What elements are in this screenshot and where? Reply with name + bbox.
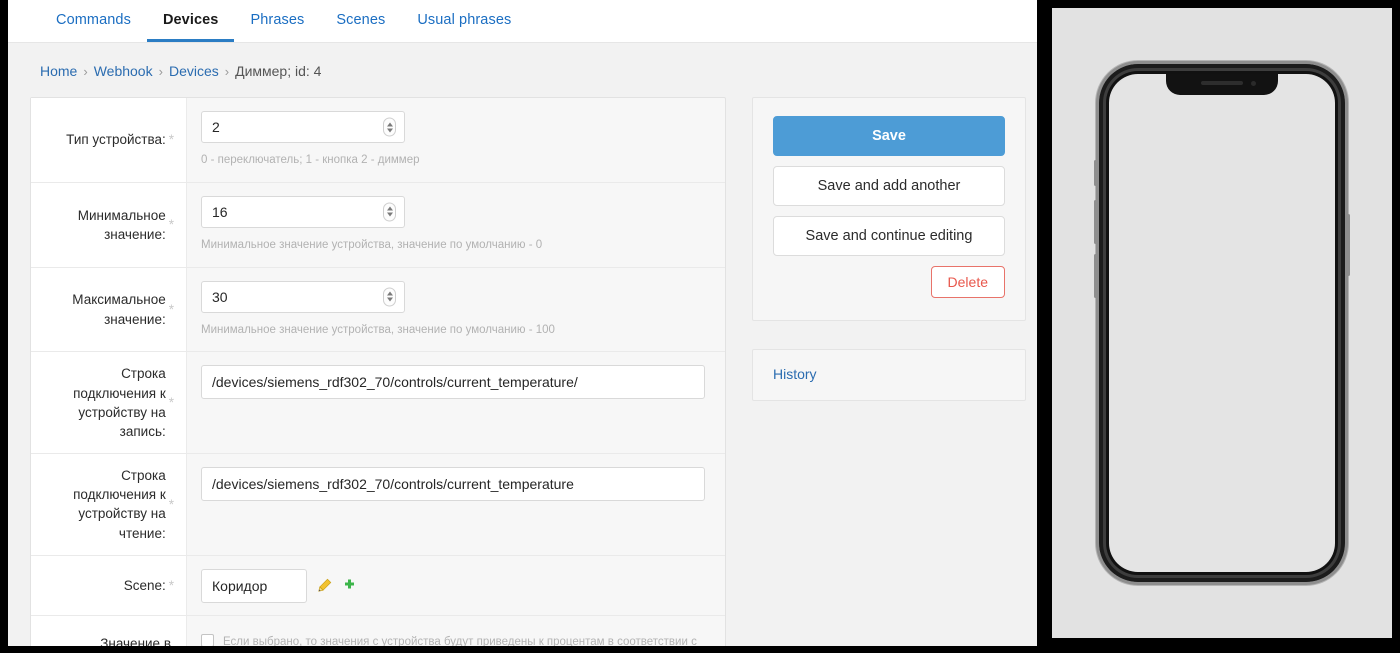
number-input-wrap (201, 280, 405, 313)
read-topic-input[interactable] (201, 467, 705, 502)
label-text: Строка подключения к устройству на запис… (73, 366, 166, 439)
form-row-device-type: Тип устройства:* 0 - переключатель; 1 - … (31, 98, 725, 183)
plus-icon[interactable] (342, 578, 357, 593)
form-row-write-topic: Строка подключения к устройству на запис… (31, 352, 725, 455)
number-input-wrap (201, 111, 405, 143)
form-row-scene: Scene: * Коридор (31, 555, 725, 616)
save-and-add-another-button[interactable]: Save and add another (773, 166, 1005, 206)
breadcrumb: Home › Webhook › Devices › Диммер; id: 4 (8, 43, 1037, 97)
required-marker: * (168, 132, 174, 148)
form-row-max-value: Максимальное значение:* Минимальное знач… (31, 267, 725, 353)
device-type-input[interactable] (201, 111, 405, 143)
field-label: Значение в процентах (31, 615, 187, 646)
breadcrumb-webhook[interactable]: Webhook (94, 63, 153, 79)
field-label: Строка подключения к устройству на чтени… (31, 454, 187, 555)
stepper-icon[interactable] (383, 202, 396, 222)
tab-label: Usual phrases (417, 11, 512, 28)
field-container (187, 352, 725, 453)
number-input-wrap (201, 195, 405, 228)
stepper-icon[interactable] (383, 287, 396, 307)
tab-usual-phrases[interactable]: Usual phrases (401, 0, 527, 42)
admin-browser-panel: Commands Devices Phrases Scenes Usual ph… (8, 0, 1037, 646)
breadcrumb-devices[interactable]: Devices (169, 63, 219, 79)
action-sidebar: Save Save and add another Save and conti… (752, 97, 1026, 401)
tab-label: Phrases (250, 11, 305, 28)
field-help-text: Минимальное значение устройства, значени… (201, 238, 543, 251)
volume-up-button-icon (1094, 200, 1097, 244)
history-link[interactable]: History (773, 366, 817, 382)
phone-screen (1109, 74, 1335, 572)
form-row-percent-value: Значение в процентах Если выбрано, то зн… (31, 615, 725, 646)
field-label: Минимальное значение: * (31, 182, 187, 267)
tab-scenes[interactable]: Scenes (320, 0, 401, 42)
smartphone-mockup (1094, 61, 1350, 585)
breadcrumb-separator: › (224, 64, 230, 79)
required-marker: * (168, 496, 174, 512)
breadcrumb-separator: › (158, 64, 163, 79)
percent-value-checkbox[interactable] (201, 633, 214, 646)
label-text: Scene: (123, 577, 166, 593)
mute-switch-icon (1094, 160, 1097, 186)
save-button[interactable]: Save (773, 116, 1005, 156)
label-text: Тип устройства: (66, 132, 166, 148)
page-content: Тип устройства:* 0 - переключатель; 1 - … (8, 97, 1037, 646)
label-text: Минимальное значение: (77, 207, 166, 242)
volume-down-button-icon (1094, 254, 1097, 298)
form-row-read-topic: Строка подключения к устройству на чтени… (31, 454, 725, 556)
front-camera-icon (1251, 81, 1256, 86)
label-text: Максимальное значение: (72, 292, 166, 327)
field-help-text: 0 - переключатель; 1 - кнопка 2 - диммер (201, 154, 420, 166)
pencil-icon[interactable] (317, 578, 332, 593)
field-label: Тип устройства: * (31, 98, 187, 182)
required-marker: * (168, 217, 174, 233)
max-value-input[interactable] (201, 280, 405, 313)
history-panel: History (752, 349, 1026, 401)
label-text: Значение в процентах (100, 635, 171, 646)
scene-select[interactable]: Коридор (201, 568, 307, 603)
field-container: Если выбрано, то значения с устройства б… (187, 616, 725, 646)
field-label: Строка подключения к устройству на запис… (31, 352, 187, 454)
field-container: 0 - переключатель; 1 - кнопка 2 - диммер (187, 98, 725, 182)
field-label: Максимальное значение: * (31, 267, 187, 352)
tab-commands[interactable]: Commands (40, 0, 147, 42)
tab-devices[interactable]: Devices (146, 0, 235, 42)
required-marker: * (168, 301, 174, 317)
device-form: Тип устройства:* 0 - переключатель; 1 - … (30, 97, 726, 646)
save-and-continue-button[interactable]: Save and continue editing (773, 216, 1005, 256)
field-help-text: Минимальное значение устройства, значени… (201, 323, 555, 336)
form-row-min-value: Минимальное значение:* Минимальное значе… (31, 182, 725, 268)
min-value-input[interactable] (201, 195, 405, 228)
power-button-icon (1347, 214, 1350, 276)
stepper-icon[interactable] (383, 117, 396, 137)
phone-preview-panel (1052, 8, 1392, 638)
main-tab-bar: Commands Devices Phrases Scenes Usual ph… (8, 0, 1037, 43)
write-topic-input[interactable] (201, 365, 705, 400)
field-container (187, 454, 725, 555)
field-container: Коридор (187, 556, 725, 615)
field-container: Минимальное значение устройства, значени… (187, 268, 725, 352)
phone-notch (1166, 74, 1278, 95)
tab-label: Scenes (336, 11, 386, 28)
label-text: Строка подключения к устройству на чтени… (73, 468, 166, 541)
actions-panel: Save Save and add another Save and conti… (752, 97, 1026, 321)
breadcrumb-current: Диммер; id: 4 (235, 63, 322, 79)
field-container: Минимальное значение устройства, значени… (187, 183, 725, 267)
screenshot-root: Commands Devices Phrases Scenes Usual ph… (0, 0, 1400, 653)
delete-button-row: Delete (773, 266, 1005, 298)
checkbox-help-text: Если выбрано, то значения с устройства б… (223, 635, 697, 646)
breadcrumb-home[interactable]: Home (40, 63, 77, 79)
earpiece-speaker-icon (1201, 81, 1243, 85)
delete-button[interactable]: Delete (930, 266, 1005, 298)
tab-label: Devices (162, 11, 219, 28)
tab-phrases[interactable]: Phrases (234, 0, 320, 42)
required-marker: * (168, 577, 174, 593)
breadcrumb-separator: › (83, 64, 88, 79)
tab-label: Commands (56, 11, 131, 28)
field-label: Scene: * (31, 555, 187, 615)
required-marker: * (168, 395, 174, 411)
